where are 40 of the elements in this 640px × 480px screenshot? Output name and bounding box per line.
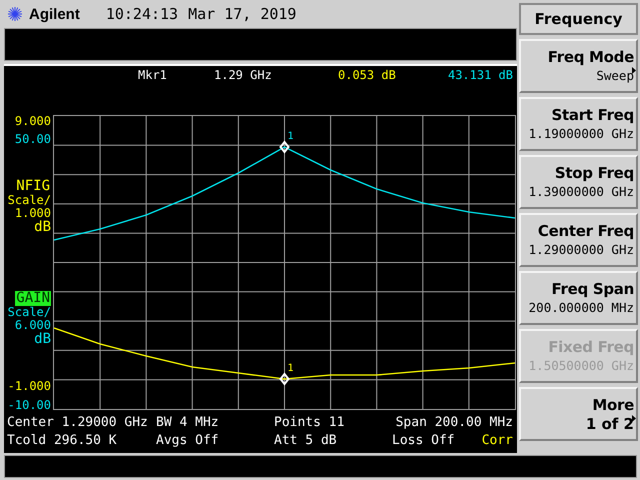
status-text: Center 1.29000 GHz (7, 414, 149, 432)
scale-label: Scale/ (8, 194, 51, 207)
marker-name: Mkr1 (138, 68, 168, 82)
marker-frequency: 1.29 GHz (214, 68, 273, 82)
gain-top-value: 50.00 (14, 133, 51, 146)
softkey[interactable]: Freq Span 200.000000 MHz (519, 271, 638, 325)
scale-label: Scale/ (8, 306, 51, 319)
brand-name: Agilent (29, 6, 80, 22)
clock-time: 10:24:13 (106, 5, 178, 23)
status-text: Span 200.00 MHz (396, 414, 513, 432)
scale-label: dB (34, 332, 51, 347)
marker-icon (279, 372, 290, 386)
status-text: Loss Off (392, 432, 455, 450)
nfig-bottom-value: -1.000 (8, 380, 51, 393)
status-text: Points 11 (274, 414, 346, 432)
softkey[interactable]: Freq Mode Sweep (519, 39, 638, 93)
status-text: Avgs Off (156, 432, 220, 450)
scale-label: dB (34, 220, 51, 235)
softkey[interactable]: More 1 of 2 (519, 387, 638, 441)
softkey[interactable]: Center Freq 1.29000000 GHz (519, 213, 638, 267)
date-text: Mar 17, 2019 (188, 5, 296, 23)
marker-icon (279, 140, 290, 154)
status-text: BW 4 MHz (156, 414, 220, 432)
scale-label: 6.000 (14, 319, 51, 332)
softkey[interactable]: Start Freq 1.19000000 GHz (519, 97, 638, 151)
trace-name[interactable]: NFIG (15, 179, 51, 194)
softkey[interactable]: Stop Freq 1.39000000 GHz (519, 155, 638, 209)
status-text: Att 5 dB (274, 432, 338, 450)
marker-nfig-value: 0.053 dB (338, 68, 396, 82)
gain-bottom-value: -10.00 (8, 399, 51, 412)
status-text: Tcold 296.50 K (7, 432, 118, 450)
scale-label: 1.000 (14, 207, 51, 220)
trace-name[interactable]: GAIN (15, 291, 51, 306)
marker-label: 1 (287, 131, 294, 142)
menu-title: Frequency (519, 3, 638, 35)
marker-gain-value: 43.131 dB (448, 68, 513, 82)
nfig-top-value: 9.000 (14, 115, 51, 128)
starburst-logo-icon (7, 6, 23, 22)
status-text: Corr (482, 432, 513, 450)
marker-label: 1 (287, 363, 294, 374)
